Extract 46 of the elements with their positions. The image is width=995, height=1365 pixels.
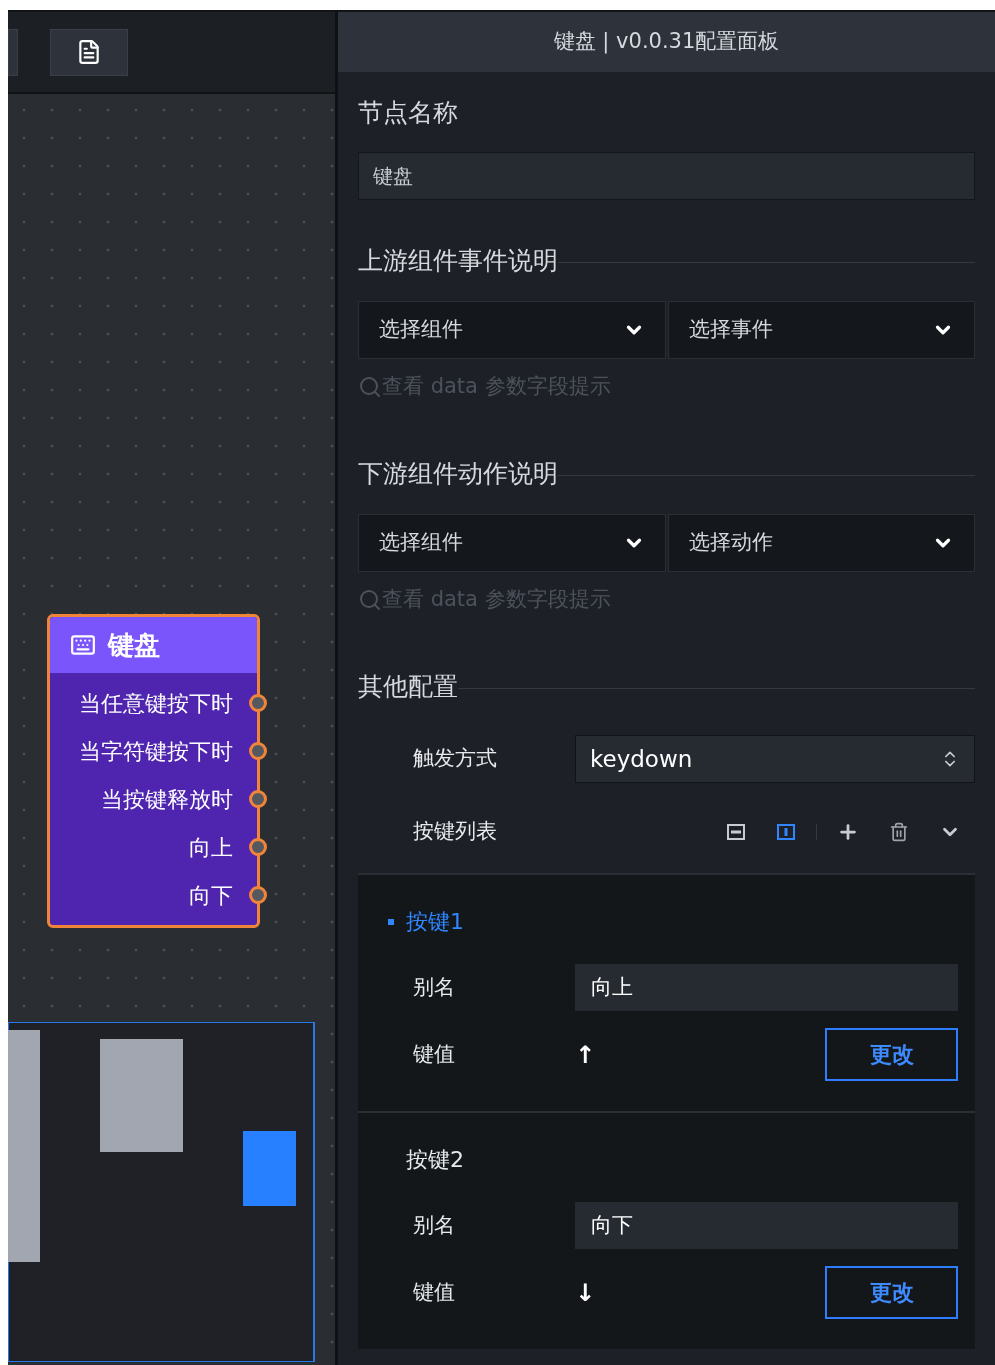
document-icon (76, 39, 102, 65)
trigger-select[interactable]: keydown (575, 735, 975, 783)
section-heading: 下游组件动作说明 (358, 457, 558, 490)
port-label: 当字符键按下时 (79, 737, 233, 766)
panel-title: 键盘 | v0.0.31配置面板 (553, 28, 780, 56)
expand-view-button[interactable] (776, 822, 796, 842)
key-value: ↓ (575, 1277, 597, 1309)
document-button[interactable] (50, 28, 128, 76)
key-item-header[interactable]: 按键2 (406, 1143, 464, 1176)
field-label: 别名 (413, 973, 456, 1001)
node-title: 键盘 (108, 628, 160, 662)
port-handle[interactable] (249, 742, 267, 760)
alias-field[interactable]: 向下 (575, 1202, 958, 1249)
select-dropdown[interactable]: 选择组件 (358, 514, 666, 572)
change-button[interactable]: 更改 (825, 1028, 958, 1081)
port-label: 当任意键按下时 (79, 689, 233, 718)
keyboard-node[interactable]: 键盘 当任意键按下时 当字符键按下时 当按键释放时 向上 向下 (47, 614, 260, 928)
collapse-view-button[interactable] (726, 822, 746, 842)
key-value: ↑ (575, 1039, 597, 1071)
field-label: 别名 (413, 1211, 456, 1239)
search-icon (358, 374, 382, 399)
field-label: 按键列表 (413, 818, 498, 846)
section-heading: 节点名称 (358, 97, 458, 129)
select-dropdown[interactable]: 选择事件 (667, 301, 975, 359)
port-label: 向上 (189, 833, 233, 862)
port-handle[interactable] (249, 838, 267, 856)
port-handle[interactable] (249, 694, 267, 712)
alias-field[interactable]: 向上 (575, 964, 958, 1011)
add-icon[interactable] (837, 821, 859, 843)
select-dropdown[interactable]: 选择动作 (667, 514, 975, 572)
port-handle[interactable] (249, 790, 267, 808)
change-button[interactable]: 更改 (825, 1266, 958, 1319)
delete-icon[interactable] (889, 822, 909, 842)
field-label: 键值 (413, 1040, 456, 1068)
key-item-header[interactable]: 按键1 (406, 905, 464, 938)
keyboard-icon (70, 632, 96, 658)
field-label: 触发方式 (413, 745, 498, 773)
field-label: 键值 (413, 1278, 456, 1306)
select-dropdown[interactable]: 选择组件 (358, 301, 666, 359)
section-heading: 其他配置 (358, 670, 458, 703)
node-name-field[interactable]: 键盘 (358, 151, 975, 200)
search-icon (358, 587, 382, 612)
port-label: 向下 (189, 881, 233, 910)
section-heading: 上游组件事件说明 (358, 244, 558, 277)
port-handle[interactable] (249, 886, 267, 904)
port-label: 当按键释放时 (101, 785, 233, 814)
